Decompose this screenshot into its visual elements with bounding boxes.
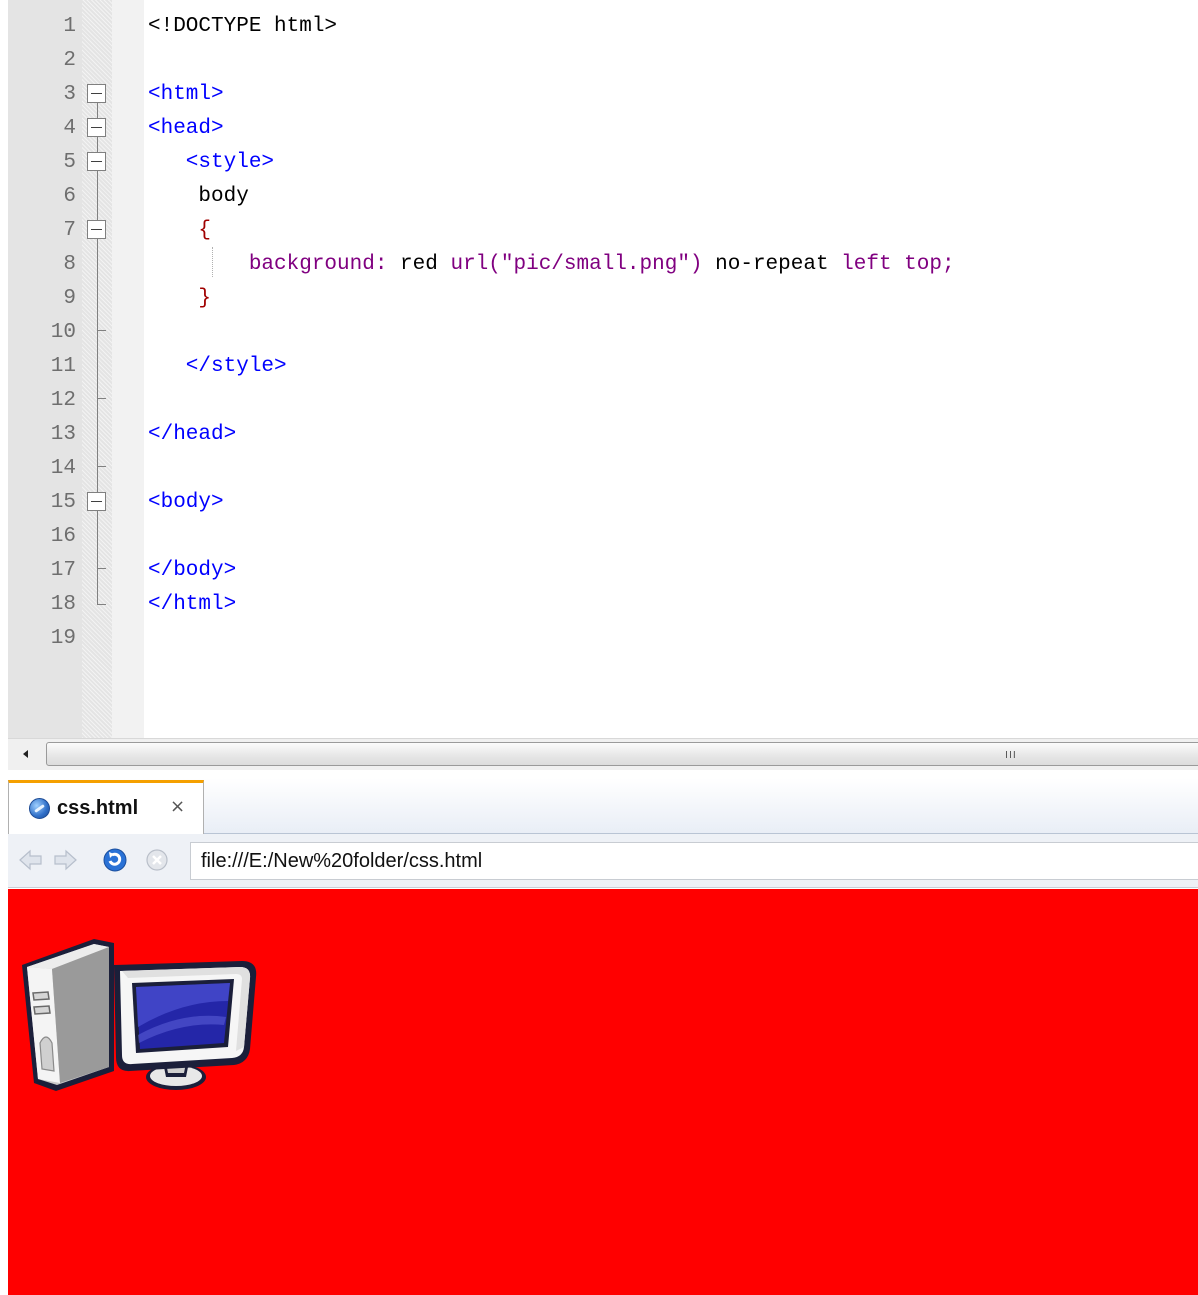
line-number: 15 — [50, 491, 76, 514]
code-token: <html> — [148, 83, 224, 106]
line-number: 16 — [50, 525, 76, 548]
code-line[interactable]: 18 </html> — [8, 588, 1198, 622]
code-token: </style> — [148, 355, 287, 378]
line-number: 12 — [50, 389, 76, 412]
code-line[interactable]: 3 <html> — [8, 78, 1198, 112]
line-number: 2 — [63, 49, 76, 72]
line-number: 10 — [50, 321, 76, 344]
code-token: red — [400, 253, 451, 276]
code-line[interactable]: 9 } — [8, 282, 1198, 316]
code-text: </html> — [148, 588, 236, 622]
code-token: background: — [148, 253, 401, 276]
scroll-thumb[interactable]: III — [46, 742, 1198, 766]
tab-label: css.html — [57, 797, 139, 819]
code-text: background: red url("pic/small.png") no-… — [148, 248, 955, 282]
code-line[interactable]: 15 <body> — [8, 486, 1198, 520]
line-number: 14 — [50, 457, 76, 480]
code-text: <body> — [148, 486, 224, 520]
line-number: 13 — [50, 423, 76, 446]
code-text: } — [148, 282, 211, 316]
code-token: </head> — [148, 423, 237, 446]
code-line[interactable]: 1 <!DOCTYPE html> — [8, 10, 1198, 44]
code-token: "pic/small.png" — [500, 253, 690, 276]
code-token: <head> — [148, 117, 224, 140]
line-number: 18 — [50, 593, 76, 616]
code-line[interactable]: 13 </head> — [8, 418, 1198, 452]
line-number: 17 — [50, 559, 76, 582]
line-number: 9 — [63, 287, 76, 310]
stop-icon[interactable] — [144, 847, 170, 873]
code-token: } — [148, 287, 212, 310]
line-number: 7 — [63, 219, 76, 242]
address-url: file:///E:/New%20folder/css.html — [201, 850, 483, 872]
code-token: body — [148, 185, 249, 208]
scroll-left-arrow-icon[interactable] — [8, 741, 42, 767]
reload-icon[interactable] — [102, 847, 128, 873]
code-line[interactable]: 16 — [8, 520, 1198, 554]
code-editor[interactable]: 1 <!DOCTYPE html> 2 3 <html> 4 <head> 5 <style>… — [8, 0, 1198, 738]
line-number: 1 — [63, 15, 76, 38]
code-token: ) — [689, 253, 716, 276]
line-number: 19 — [50, 627, 76, 650]
line-number: 6 — [63, 185, 76, 208]
code-token: <style> — [148, 151, 275, 174]
code-line[interactable]: 17 </body> — [8, 554, 1198, 588]
code-line[interactable]: 7 { — [8, 214, 1198, 248]
code-text: { — [148, 214, 211, 248]
code-token: no-repeat — [715, 253, 842, 276]
browser-toolbar: file:///E:/New%20folder/css.html — [8, 834, 1198, 888]
line-number: 3 — [63, 83, 76, 106]
code-line[interactable]: 2 — [8, 44, 1198, 78]
page-viewport — [8, 889, 1198, 1295]
code-text: <head> — [148, 112, 224, 146]
code-line[interactable]: 11 </style> — [8, 350, 1198, 384]
code-text: <html> — [148, 78, 224, 112]
code-line[interactable]: 12 — [8, 384, 1198, 418]
code-token: </html> — [148, 593, 237, 616]
code-text: <style> — [148, 146, 274, 180]
code-token: <!DOCTYPE html> — [148, 15, 338, 38]
code-line[interactable]: 14 — [8, 452, 1198, 486]
computer-icon — [22, 939, 257, 1091]
line-number: 8 — [63, 253, 76, 276]
back-arrow-icon[interactable] — [18, 847, 44, 873]
browser-globe-icon — [29, 798, 50, 819]
forward-arrow-icon[interactable] — [52, 847, 78, 873]
code-text: body — [148, 180, 249, 214]
code-line[interactable]: 5 <style> — [8, 146, 1198, 180]
code-line[interactable]: 8 background: red url("pic/small.png") n… — [8, 248, 1198, 282]
code-token: </body> — [148, 559, 237, 582]
tab-close-icon[interactable]: × — [170, 797, 185, 817]
scroll-grip: III — [1005, 750, 1017, 761]
code-line[interactable]: 19 — [8, 622, 1198, 656]
code-line[interactable]: 6 body — [8, 180, 1198, 214]
code-text: </body> — [148, 554, 236, 588]
code-text: </style> — [148, 350, 287, 384]
horizontal-scrollbar[interactable]: III — [8, 738, 1198, 770]
tab-css-html[interactable]: css.html × — [8, 780, 204, 834]
code-token: <body> — [148, 491, 224, 514]
line-number: 11 — [50, 355, 76, 378]
code-token: left top; — [841, 253, 955, 276]
code-line[interactable]: 10 — [8, 316, 1198, 350]
code-text: </head> — [148, 418, 236, 452]
code-token: { — [148, 219, 212, 242]
line-number: 4 — [63, 117, 76, 140]
address-bar[interactable]: file:///E:/New%20folder/css.html — [190, 842, 1198, 880]
code-line[interactable]: 4 <head> — [8, 112, 1198, 146]
line-number: 5 — [63, 151, 76, 174]
code-text: <!DOCTYPE html> — [148, 10, 337, 44]
browser-tab-bar: css.html × — [8, 778, 1198, 834]
code-token: url( — [450, 253, 501, 276]
